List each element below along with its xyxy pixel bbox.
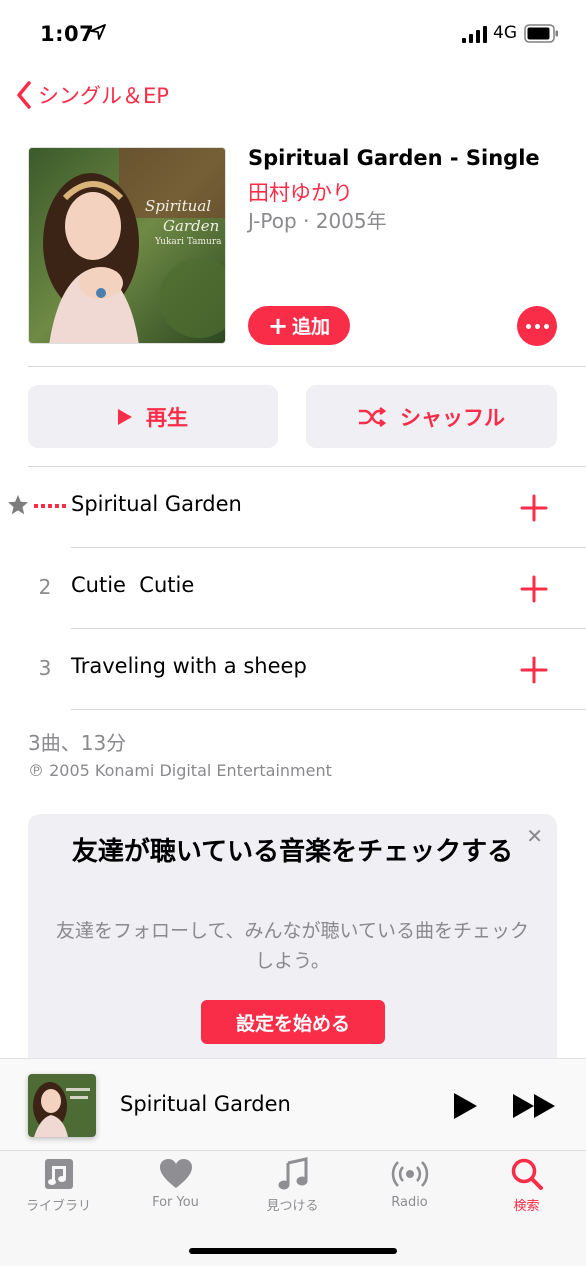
tab-for-you[interactable]: For You — [117, 1157, 234, 1210]
shuffle-label: シャッフル — [400, 405, 505, 430]
friends-promo-card: ✕ 友達が聴いている音楽をチェックする 友達をフォローして、みんなが聴いている曲… — [28, 814, 557, 1084]
shuffle-icon — [359, 406, 386, 427]
mini-player-song: Spiritual Garden — [120, 1092, 291, 1116]
add-track-icon[interactable] — [520, 656, 548, 684]
album-genre-year: J-Pop · 2005年 — [248, 209, 387, 233]
track-number: 2 — [38, 575, 52, 599]
track-title: Traveling with a sheep — [71, 654, 307, 678]
home-indicator[interactable] — [189, 1248, 397, 1254]
tab-label: 検索 — [513, 1199, 540, 1214]
divider — [71, 547, 586, 548]
star-icon — [8, 495, 28, 515]
track-title: Cutie Cutie — [71, 573, 195, 597]
play-icon — [118, 408, 132, 425]
shuffle-button[interactable]: シャッフル — [306, 385, 557, 448]
play-button[interactable]: 再生 — [28, 385, 278, 448]
add-track-icon[interactable] — [520, 575, 548, 603]
play-icon[interactable] — [452, 1092, 478, 1120]
status-bar: 1:07 4G — [0, 0, 586, 64]
divider — [71, 709, 586, 710]
cover-text-line2: Garden — [163, 217, 220, 235]
divider — [28, 366, 586, 367]
track-row[interactable]: 3 Traveling with a sheep — [0, 630, 586, 710]
cover-text-line1: Spiritual — [145, 197, 212, 215]
back-label: シングル＆EP — [38, 84, 169, 108]
network-type: 4G — [493, 23, 517, 43]
close-icon[interactable]: ✕ — [526, 824, 543, 848]
more-options-button[interactable] — [517, 306, 557, 346]
track-row[interactable]: Spiritual Garden — [0, 468, 586, 548]
ellipsis-icon — [525, 323, 531, 329]
music-note-icon — [278, 1157, 307, 1190]
tab-search[interactable]: 検索 — [468, 1157, 585, 1214]
mini-player-artwork — [28, 1074, 96, 1137]
album-title: Spiritual Garden - Single — [248, 146, 540, 170]
promo-heading: 友達が聴いている音楽をチェックする — [71, 837, 514, 867]
track-title: Spiritual Garden — [71, 492, 242, 516]
get-started-button[interactable]: 設定を始める — [201, 1000, 385, 1044]
play-label: 再生 — [146, 405, 188, 430]
tab-label: Radio — [391, 1195, 428, 1210]
tab-library[interactable]: ライブラリ — [0, 1157, 117, 1214]
battery-icon — [524, 24, 558, 43]
divider — [71, 628, 586, 629]
track-row[interactable]: 2 Cutie Cutie — [0, 549, 586, 629]
tab-browse[interactable]: 見つける — [234, 1157, 351, 1214]
tab-label: For You — [152, 1195, 199, 1210]
add-to-library-button[interactable]: + 追加 — [248, 306, 350, 345]
status-time: 1:07 — [40, 22, 95, 46]
cover-text-line3: Yukari Tamura — [155, 237, 222, 247]
location-icon — [90, 24, 106, 40]
artist-link[interactable]: 田村ゆかり — [248, 177, 353, 207]
back-button[interactable]: シングル＆EP — [16, 78, 169, 112]
tab-label: 見つける — [266, 1199, 319, 1214]
search-icon — [511, 1158, 543, 1190]
add-track-icon[interactable] — [520, 494, 548, 522]
add-button-label: 追加 — [292, 316, 331, 338]
tab-radio[interactable]: Radio — [351, 1157, 468, 1210]
mini-player[interactable]: Spiritual Garden — [0, 1058, 586, 1150]
copyright: ℗ 2005 Konami Digital Entertainment — [28, 761, 332, 780]
heart-icon — [159, 1159, 192, 1188]
plus-icon: + — [267, 311, 289, 340]
divider — [28, 466, 586, 467]
fast-forward-icon[interactable] — [512, 1092, 556, 1120]
now-playing-indicator — [34, 504, 66, 508]
track-number: 3 — [38, 656, 52, 680]
chevron-left-icon — [17, 81, 31, 109]
tab-label: ライブラリ — [25, 1199, 91, 1214]
promo-body: 友達をフォローして、みんなが聴いている曲をチェックしよう。 — [56, 920, 529, 972]
signal-icon — [462, 26, 487, 43]
library-icon — [44, 1159, 73, 1189]
track-summary: 3曲、13分 — [28, 731, 127, 755]
radio-icon — [391, 1161, 428, 1187]
album-artwork: Spiritual Garden Yukari Tamura — [28, 147, 226, 344]
